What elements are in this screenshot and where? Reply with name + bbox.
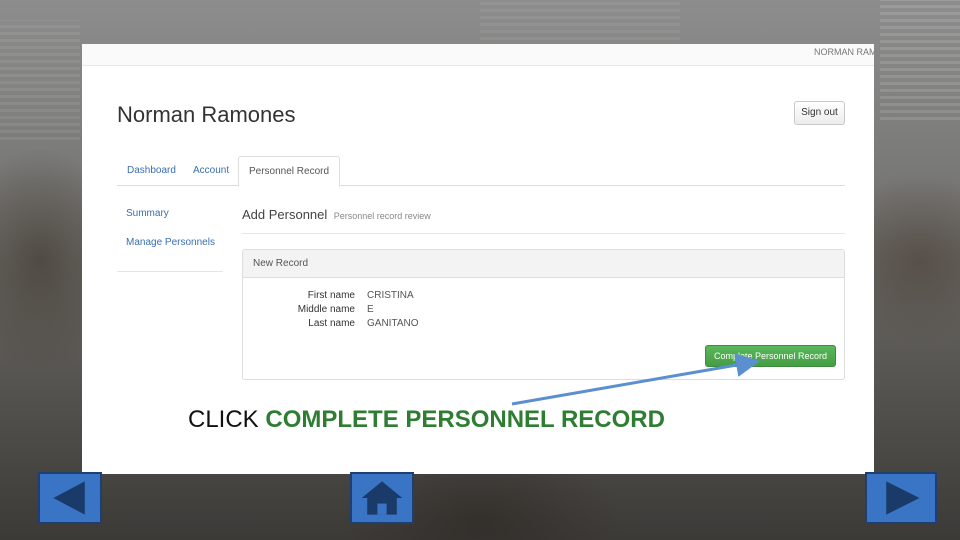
- top-navbar: NORMAN RAMONES: [82, 44, 874, 66]
- field-value: GANITANO: [367, 318, 419, 329]
- complete-personnel-record-button[interactable]: Complete Personnel Record: [705, 345, 836, 367]
- caption-highlight: COMPLETE PERSONNEL RECORD: [265, 406, 665, 433]
- field-label: Last name: [308, 318, 355, 329]
- field-row: First name CRISTINA: [243, 290, 643, 304]
- window-blinds: [0, 20, 80, 140]
- screenshot-panel: NORMAN RAMONES Norman Ramones Sign out D…: [82, 44, 874, 474]
- tab-account[interactable]: Account: [183, 156, 239, 186]
- field-label: Middle name: [297, 304, 355, 315]
- sidebar-item-manage-personnels[interactable]: Manage Personnels: [126, 237, 215, 248]
- sign-out-button[interactable]: Sign out: [794, 101, 845, 125]
- field-label: First name: [307, 290, 355, 301]
- instruction-caption: CLICK COMPLETE PERSONNEL RECORD: [188, 406, 665, 434]
- window-blinds: [480, 0, 680, 40]
- section-title: Add Personnel: [242, 207, 328, 222]
- card-heading: New Record: [243, 250, 844, 278]
- tab-personnel-record[interactable]: Personnel Record: [238, 156, 341, 187]
- sidebar: Summary Manage Personnels: [117, 202, 223, 272]
- caption-prefix: CLICK: [188, 406, 259, 433]
- next-slide-button[interactable]: [865, 472, 937, 524]
- section-header: Add Personnel Personnel record review: [242, 206, 845, 234]
- section-subtitle: Personnel record review: [333, 211, 431, 221]
- sidebar-item-summary[interactable]: Summary: [126, 208, 169, 219]
- field-value: E: [367, 304, 374, 315]
- previous-slide-button[interactable]: [38, 472, 102, 524]
- topbar-username[interactable]: NORMAN RAMONES: [814, 47, 874, 57]
- window-blinds: [880, 0, 960, 120]
- new-record-card: New Record First name CRISTINA Middle na…: [242, 249, 845, 380]
- field-row: Last name GANITANO: [243, 318, 643, 332]
- home-icon: [361, 481, 403, 515]
- home-slide-button[interactable]: [350, 472, 414, 524]
- field-row: Middle name E: [243, 304, 643, 318]
- page-title: Norman Ramones: [117, 102, 296, 127]
- right-triangle-icon: [886, 481, 920, 515]
- field-value: CRISTINA: [367, 290, 414, 301]
- left-triangle-icon: [53, 481, 85, 515]
- tab-dashboard[interactable]: Dashboard: [117, 156, 186, 186]
- tab-bar: Dashboard Account Personnel Record: [117, 156, 845, 187]
